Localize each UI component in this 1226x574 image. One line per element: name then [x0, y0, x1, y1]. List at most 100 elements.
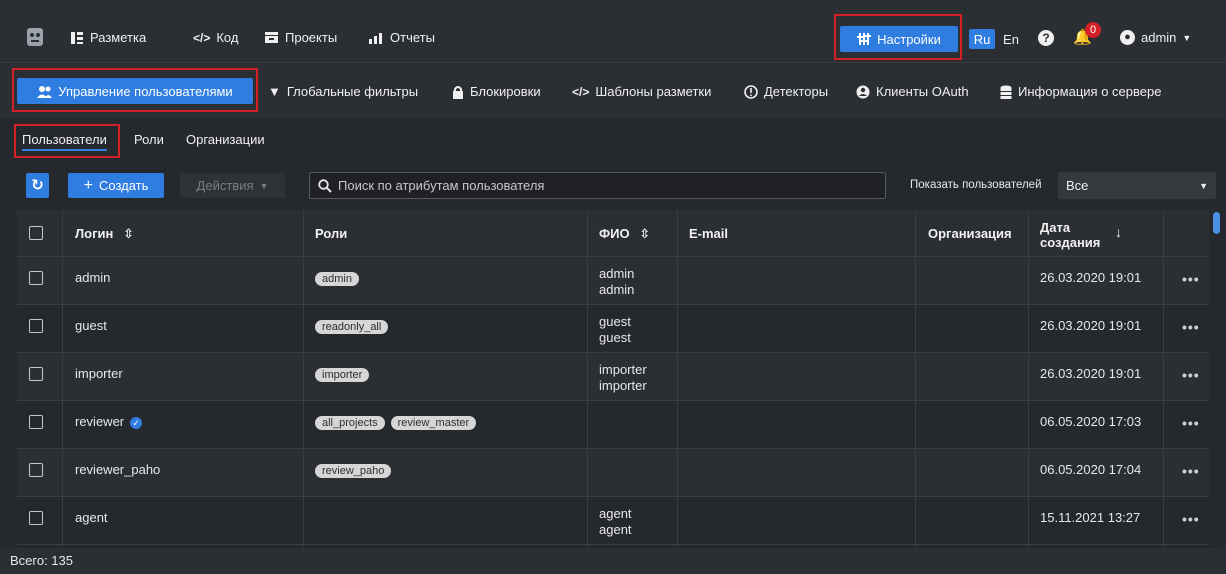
cell-created: 26.03.2020 19:01 [1040, 318, 1142, 333]
subnav-oauth-clients[interactable]: Клиенты OAuth [856, 84, 969, 99]
header-fio-label: ФИО [599, 226, 630, 241]
header-login-label: Логин [75, 226, 114, 241]
row-checkbox[interactable] [29, 367, 43, 381]
create-button-label: Создать [98, 178, 149, 193]
nav-markup-label: Разметка [90, 30, 147, 45]
table-row[interactable]: agent agent agent 15.11.2021 13:27 ••• [17, 497, 1209, 545]
table-row[interactable]: importer importer importer importer 26.03.20… [17, 353, 1209, 401]
fio-line: agent [599, 522, 632, 537]
table-scrollbar[interactable] [1213, 212, 1220, 234]
fio-line: guest [599, 314, 631, 329]
header-created[interactable]: Дата создания [1040, 220, 1100, 250]
user-menu[interactable]: ● admin ▼ [1120, 30, 1191, 45]
column-divider [677, 210, 678, 547]
nav-reports-label: Отчеты [390, 30, 435, 45]
more-actions-icon[interactable]: ••• [1182, 415, 1200, 431]
subnav-global-filters-label: Глобальные фильтры [286, 84, 419, 99]
show-users-select[interactable]: Все ▼ [1058, 172, 1216, 199]
header-login[interactable]: Логин ⇳ [75, 226, 134, 242]
cell-roles: all_projects review_master [315, 414, 482, 430]
show-users-value: Все [1066, 178, 1089, 193]
more-actions-icon[interactable]: ••• [1182, 319, 1200, 335]
tab-organizations[interactable]: Организации [186, 132, 265, 147]
column-divider [1163, 210, 1164, 547]
lang-en-button[interactable]: En [999, 29, 1023, 49]
subnav-server-info[interactable]: Информация о сервере [1000, 84, 1161, 99]
more-actions-icon[interactable]: ••• [1182, 511, 1200, 527]
table-footer: Всего: 135 [0, 548, 1226, 574]
oauth-icon [856, 85, 870, 98]
header-fio[interactable]: ФИО ⇳ [599, 226, 650, 242]
table-row[interactable]: guest readonly_all guest guest 26.03.2020 19… [17, 305, 1209, 353]
cell-login: agent [75, 510, 108, 525]
admin-subnav: Управление пользователями ▼ Глобальные ф… [0, 62, 1226, 118]
more-actions-icon[interactable]: ••• [1182, 367, 1200, 383]
nav-code-label: Код [216, 30, 239, 45]
cell-login: reviewer ✓ [75, 414, 143, 429]
nav-projects[interactable]: Проекты [264, 30, 337, 45]
subnav-markup-templates[interactable]: </> Шаблоны разметки [572, 84, 711, 99]
search-placeholder: Поиск по атрибутам пользователя [338, 178, 545, 193]
notifications-badge: 0 [1085, 22, 1101, 38]
sort-icon: ⇳ [639, 226, 651, 241]
subnav-markup-templates-label: Шаблоны разметки [595, 84, 712, 99]
search-icon [318, 178, 332, 193]
app-window: Разметка </> Код Проекты Отчеты Настройк… [0, 0, 1226, 574]
refresh-button[interactable]: ↻ [26, 173, 49, 198]
login-text: reviewer_paho [75, 462, 161, 477]
create-button[interactable]: + Создать [68, 173, 164, 198]
cell-created: 06.05.2020 17:03 [1040, 414, 1142, 429]
cell-created: 26.03.2020 19:01 [1040, 270, 1142, 285]
login-text: guest [75, 318, 107, 333]
column-divider [1028, 210, 1029, 547]
select-all-checkbox[interactable] [29, 226, 43, 240]
row-checkbox[interactable] [29, 319, 43, 333]
actions-dropdown[interactable]: Действия ▼ [180, 173, 285, 198]
tab-roles[interactable]: Роли [134, 132, 164, 147]
search-input[interactable]: Поиск по атрибутам пользователя [309, 172, 886, 199]
lang-ru-button[interactable]: Ru [969, 29, 995, 49]
subnav-locks[interactable]: Блокировки [452, 84, 541, 99]
highlight-users-tab [14, 124, 120, 158]
row-checkbox[interactable] [29, 463, 43, 477]
cell-fio: admin admin [599, 266, 634, 298]
role-pill: review_paho [315, 464, 392, 478]
fio-line: guest [599, 330, 631, 345]
cell-roles: review_paho [315, 462, 397, 478]
cell-fio: guest guest [599, 314, 631, 346]
column-divider [303, 210, 304, 547]
layout-icon [71, 31, 83, 44]
subnav-global-filters[interactable]: ▼ Глобальные фильтры [268, 84, 418, 99]
arrow-down-icon: ↓ [1115, 224, 1122, 240]
table-row[interactable]: reviewer ✓ all_projects review_master 06.05.… [17, 401, 1209, 449]
help-icon[interactable]: ? [1038, 30, 1054, 46]
subnav-detectors[interactable]: Детекторы [744, 84, 828, 99]
header-roles: Роли [315, 226, 348, 241]
user-name: admin [1141, 30, 1177, 45]
actions-label: Действия [196, 178, 254, 193]
highlight-settings [834, 14, 962, 60]
row-checkbox[interactable] [29, 271, 43, 285]
more-actions-icon[interactable]: ••• [1182, 463, 1200, 479]
table-row[interactable]: reviewer_paho review_paho 06.05.2020 17:04… [17, 449, 1209, 497]
nav-markup[interactable]: Разметка [70, 30, 146, 45]
cell-roles: readonly_all [315, 318, 394, 334]
cell-created: 15.11.2021 13:27 [1040, 510, 1141, 525]
highlight-user-management [12, 68, 258, 112]
fio-line: admin [599, 282, 635, 297]
app-logo-icon[interactable] [24, 26, 46, 48]
cell-login: importer [75, 366, 123, 381]
more-actions-icon[interactable]: ••• [1182, 271, 1200, 287]
cell-login: guest [75, 318, 107, 333]
nav-code[interactable]: </> Код [193, 30, 238, 45]
code-icon: </> [572, 84, 590, 99]
table-row[interactable]: admin admin admin admin 26.03.2020 19:01 ••• [17, 257, 1209, 305]
cell-created: 06.05.2020 17:04 [1040, 462, 1142, 477]
fio-line: admin [599, 266, 635, 281]
nav-reports[interactable]: Отчеты [368, 30, 435, 45]
row-checkbox[interactable] [29, 415, 43, 429]
projects-icon [265, 32, 278, 43]
cell-roles: importer [315, 366, 375, 382]
header-organization: Организация [928, 226, 1012, 241]
row-checkbox[interactable] [29, 511, 43, 525]
